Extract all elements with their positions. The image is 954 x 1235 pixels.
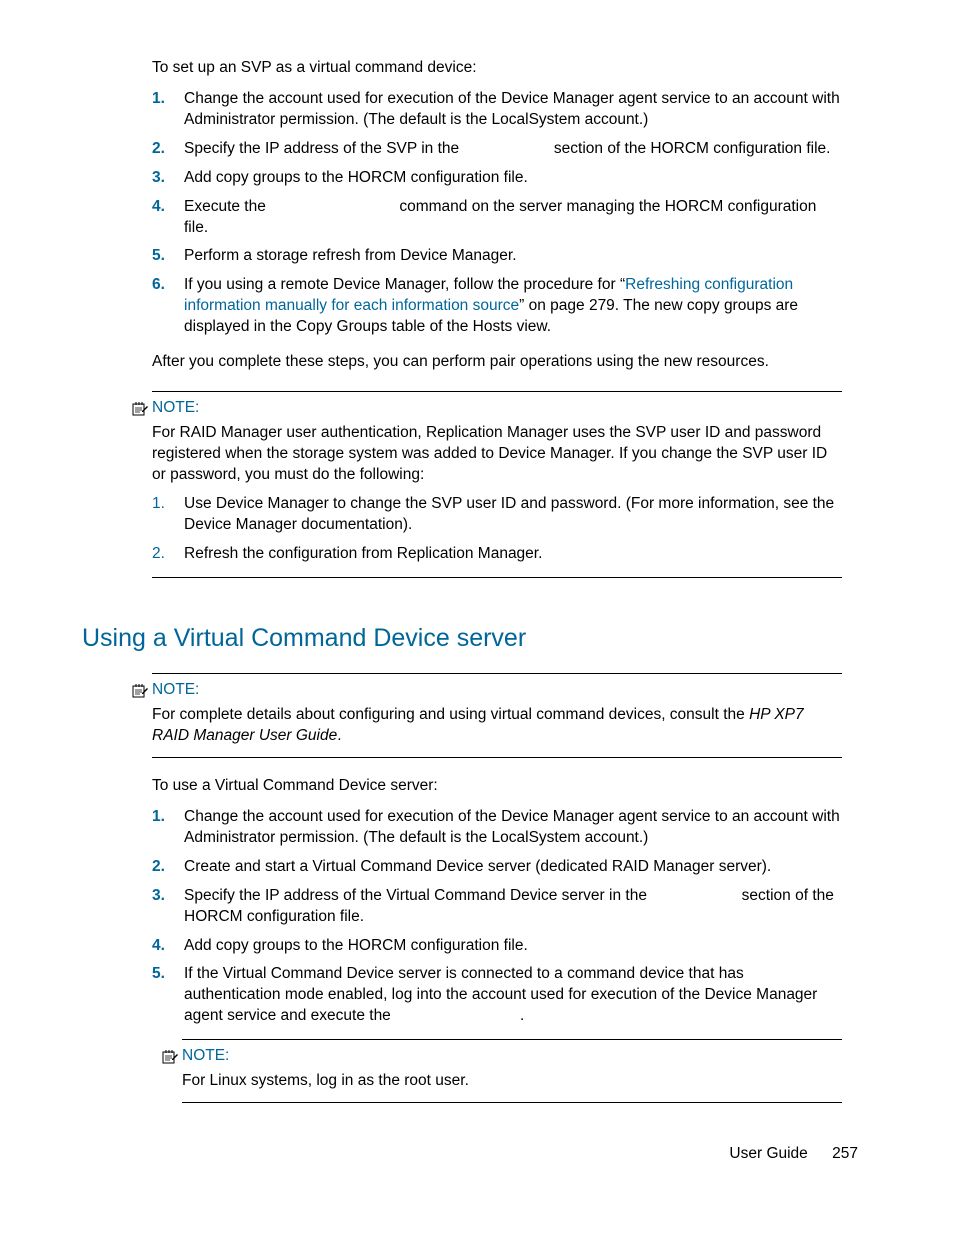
step-text: Execute the command on the server managi…: [184, 197, 842, 239]
list-item: 3.Specify the IP address of the Virtual …: [152, 886, 842, 928]
note-icon: [132, 684, 148, 698]
note-body: For complete details about configuring a…: [152, 705, 842, 747]
intro-text-2: To use a Virtual Command Device server:: [152, 776, 842, 797]
note-block-1: NOTE: For RAID Manager user authenticati…: [152, 391, 842, 577]
note-body: For RAID Manager user authentication, Re…: [152, 423, 842, 486]
step-number: 5.: [152, 964, 184, 985]
divider: [182, 1102, 842, 1103]
note-header: NOTE:: [132, 398, 842, 419]
step-number: 2.: [152, 544, 184, 565]
step-text: Create and start a Virtual Command Devic…: [184, 857, 842, 878]
step-text: If you using a remote Device Manager, fo…: [184, 275, 842, 338]
note-block-2: NOTE: For complete details about configu…: [152, 673, 842, 758]
page-content: To set up an SVP as a virtual command de…: [82, 58, 842, 1113]
page-footer: User Guide 257: [729, 1144, 858, 1165]
step6-prefix: If you using a remote Device Manager, fo…: [184, 276, 625, 293]
step-number: 2.: [152, 139, 184, 160]
step-number: 4.: [152, 197, 184, 218]
list-item: 4.Add copy groups to the HORCM configura…: [152, 936, 842, 957]
list-item: 2.Refresh the configuration from Replica…: [152, 544, 842, 565]
step-number: 5.: [152, 246, 184, 267]
list-item: 3.Add copy groups to the HORCM configura…: [152, 168, 842, 189]
note2-suffix: .: [337, 727, 341, 744]
steps-list-1: 1.Change the account used for execution …: [152, 89, 842, 338]
note-steps-list: 1.Use Device Manager to change the SVP u…: [152, 494, 842, 565]
note-label: NOTE:: [152, 398, 199, 419]
step-text: Change the account used for execution of…: [184, 89, 842, 131]
list-item: 2.Create and start a Virtual Command Dev…: [152, 857, 842, 878]
step-text: Specify the IP address of the Virtual Co…: [184, 886, 842, 928]
steps-list-2: 1.Change the account used for execution …: [152, 807, 842, 1027]
divider: [152, 577, 842, 578]
divider: [152, 673, 842, 674]
list-item: 2.Specify the IP address of the SVP in t…: [152, 139, 842, 160]
note-label: NOTE:: [182, 1046, 229, 1067]
step-number: 1.: [152, 807, 184, 828]
step-number: 1.: [152, 494, 184, 515]
step-number: 2.: [152, 857, 184, 878]
step-text: If the Virtual Command Device server is …: [184, 964, 842, 1027]
note2-prefix: For complete details about configuring a…: [152, 706, 749, 723]
list-item: 4.Execute the command on the server mana…: [152, 197, 842, 239]
note-icon: [162, 1050, 178, 1064]
divider: [152, 757, 842, 758]
step-number: 3.: [152, 886, 184, 907]
intro-text-1: To set up an SVP as a virtual command de…: [152, 58, 842, 79]
step-number: 1.: [152, 89, 184, 110]
divider: [182, 1039, 842, 1040]
list-item: 1.Use Device Manager to change the SVP u…: [152, 494, 842, 536]
step-text: Add copy groups to the HORCM configurati…: [184, 936, 842, 957]
step-number: 3.: [152, 168, 184, 189]
note-label: NOTE:: [152, 680, 199, 701]
after-steps-text: After you complete these steps, you can …: [152, 352, 842, 373]
list-item: 1.Change the account used for execution …: [152, 89, 842, 131]
step-text: Add copy groups to the HORCM configurati…: [184, 168, 842, 189]
page-number: 257: [832, 1145, 858, 1162]
note-icon: [132, 402, 148, 416]
step-number: 4.: [152, 936, 184, 957]
list-item: 6. If you using a remote Device Manager,…: [152, 275, 842, 338]
list-item: 5.Perform a storage refresh from Device …: [152, 246, 842, 267]
note-block-3: NOTE: For Linux systems, log in as the r…: [182, 1039, 842, 1103]
divider: [152, 391, 842, 392]
step-text: Use Device Manager to change the SVP use…: [184, 494, 842, 536]
section-heading: Using a Virtual Command Device server: [82, 622, 842, 656]
footer-label: User Guide: [729, 1145, 807, 1162]
step-text: Perform a storage refresh from Device Ma…: [184, 246, 842, 267]
note-body: For Linux systems, log in as the root us…: [182, 1071, 842, 1092]
list-item: 5.If the Virtual Command Device server i…: [152, 964, 842, 1027]
step-number: 6.: [152, 275, 184, 296]
note-header: NOTE:: [162, 1046, 842, 1067]
step-text: Refresh the configuration from Replicati…: [184, 544, 842, 565]
step-text: Specify the IP address of the SVP in the…: [184, 139, 842, 160]
step-text: Change the account used for execution of…: [184, 807, 842, 849]
note-header: NOTE:: [132, 680, 842, 701]
list-item: 1.Change the account used for execution …: [152, 807, 842, 849]
